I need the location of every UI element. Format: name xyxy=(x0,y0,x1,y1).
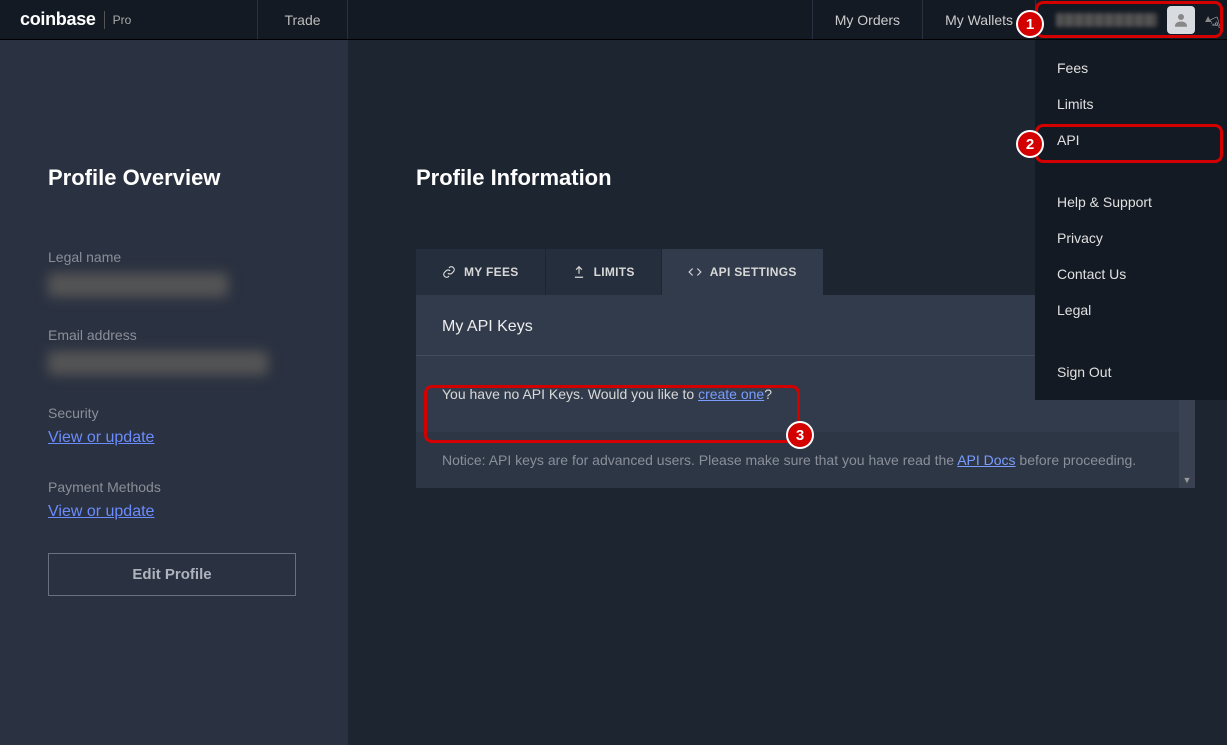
email-redacted xyxy=(48,351,268,375)
notice-post: before proceeding. xyxy=(1016,452,1137,468)
link-icon xyxy=(442,265,456,279)
dropdown-limits[interactable]: Limits xyxy=(1035,86,1227,122)
tab-api-settings[interactable]: API SETTINGS xyxy=(662,249,823,295)
dropdown-fees[interactable]: Fees xyxy=(1035,50,1227,86)
msg-pre: You have no API Keys. Would you like to xyxy=(442,386,698,402)
sidebar-title: Profile Overview xyxy=(48,165,300,191)
tab-limits[interactable]: LIMITS xyxy=(546,249,661,295)
user-icon xyxy=(1172,11,1190,29)
email-label: Email address xyxy=(48,327,300,343)
avatar xyxy=(1167,6,1195,34)
api-docs-link[interactable]: API Docs xyxy=(957,452,1015,468)
dropdown-privacy[interactable]: Privacy xyxy=(1035,220,1227,256)
legal-name-redacted xyxy=(48,273,228,297)
security-link[interactable]: View or update xyxy=(48,429,300,447)
logo-main: coinbase xyxy=(20,9,96,30)
dropdown-contact[interactable]: Contact Us xyxy=(1035,256,1227,292)
user-menu-toggle[interactable]: ▲ ☟ Fees Limits API Help & Support Priva… xyxy=(1035,0,1227,39)
annotation-badge-1: 1 xyxy=(1016,10,1044,38)
create-one-link[interactable]: create one xyxy=(698,386,764,402)
dropdown-api[interactable]: API xyxy=(1035,122,1227,158)
user-dropdown: Fees Limits API Help & Support Privacy C… xyxy=(1035,40,1227,400)
tab-api-label: API SETTINGS xyxy=(710,265,797,279)
panel-title: My API Keys xyxy=(442,318,533,336)
scrollbar-down-arrow-icon[interactable]: ▼ xyxy=(1179,472,1195,488)
notice-pre: Notice: API keys are for advanced users.… xyxy=(442,452,957,468)
dropdown-legal[interactable]: Legal xyxy=(1035,292,1227,328)
dropdown-help[interactable]: Help & Support xyxy=(1035,184,1227,220)
sidebar: Profile Overview Legal name Email addres… xyxy=(0,40,348,745)
msg-post: ? xyxy=(764,386,772,402)
nav-my-orders[interactable]: My Orders xyxy=(812,0,922,39)
tab-limits-label: LIMITS xyxy=(594,265,635,279)
legal-name-label: Legal name xyxy=(48,249,300,265)
upload-icon xyxy=(572,265,586,279)
dropdown-separator xyxy=(1035,328,1227,354)
logo-separator xyxy=(104,11,105,29)
dropdown-separator xyxy=(1035,158,1227,184)
security-label: Security xyxy=(48,405,300,421)
logo-sub: Pro xyxy=(113,13,132,27)
dropdown-signout[interactable]: Sign Out xyxy=(1035,354,1227,390)
payment-link[interactable]: View or update xyxy=(48,503,300,521)
annotation-badge-3: 3 xyxy=(786,421,814,449)
payment-label: Payment Methods xyxy=(48,479,300,495)
code-icon xyxy=(688,265,702,279)
nav-spacer xyxy=(348,0,812,39)
annotation-badge-2: 2 xyxy=(1016,130,1044,158)
cursor-pointer-icon: ☟ xyxy=(1208,13,1224,35)
user-name-redacted xyxy=(1056,13,1157,27)
tab-my-fees-label: MY FEES xyxy=(464,265,519,279)
nav-trade[interactable]: Trade xyxy=(258,0,348,39)
logo[interactable]: coinbase Pro xyxy=(0,0,258,39)
edit-profile-button[interactable]: Edit Profile xyxy=(48,553,296,596)
tab-my-fees[interactable]: MY FEES xyxy=(416,249,545,295)
